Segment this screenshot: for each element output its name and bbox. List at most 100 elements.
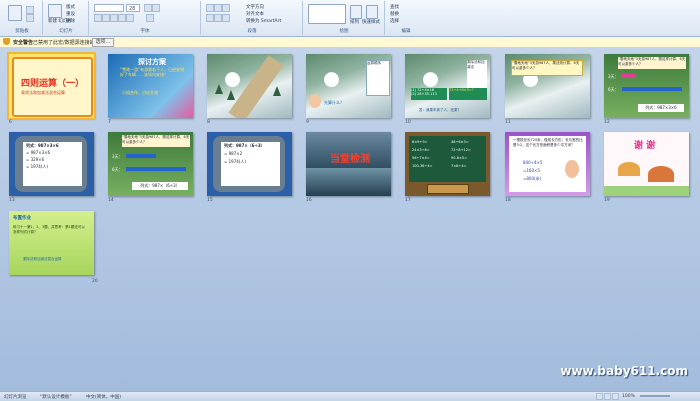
indent-icon[interactable] [222, 4, 230, 12]
tree-icon [227, 90, 235, 100]
row-label: 3天： [112, 154, 123, 159]
security-options-button[interactable]: 选项... [92, 38, 114, 47]
row-label: 6天： [608, 87, 619, 92]
layout-button[interactable]: 版式 [66, 4, 75, 10]
equation: 72÷4+6×5=? [449, 88, 487, 100]
slide-subtitle: 乘除法和加减法混合运算 [21, 90, 65, 95]
slide-number: 6 [9, 120, 12, 125]
italic-icon[interactable] [102, 14, 110, 22]
font-size-box[interactable]: 28 [126, 4, 140, 12]
align-center-icon[interactable] [214, 14, 222, 22]
group-label-font: 字体 [140, 29, 150, 34]
paste-icon[interactable] [8, 5, 22, 21]
slide-thumbnail[interactable]: 布置作业 练习十一第1、2、3题，并思考：第1题还可以怎样列式计算？ 乘除法和加… [9, 211, 94, 275]
replace-button[interactable]: 替换 [390, 11, 399, 17]
slide-sorter-icon[interactable] [604, 393, 611, 400]
step: =160×5 [523, 168, 540, 173]
equation: (2) 28+35-113 [411, 92, 437, 96]
step: = 987×2 [224, 151, 243, 156]
slide-thumbnail[interactable]: “雪地天地”3天游987人，照这样计算，6天可以游多少人？ 3天： 6天： 列式… [108, 132, 193, 196]
bold-icon[interactable] [94, 14, 102, 22]
align-text-button[interactable]: 对齐文本 [246, 11, 264, 17]
slide-heading: 布置作业 [13, 216, 31, 221]
slides-group: 新建 幻灯片 版式 重设 删除 幻灯片 [44, 1, 89, 35]
underline-icon[interactable] [110, 14, 118, 22]
new-slide-icon[interactable] [48, 4, 62, 18]
group-label-slides: 幻灯片 [59, 29, 73, 34]
cut-icon[interactable] [26, 6, 34, 14]
normal-view-icon[interactable] [596, 393, 603, 400]
arrange-button[interactable]: 排列 [350, 19, 359, 25]
slide-number: 20 [92, 279, 98, 284]
text-direction-button[interactable]: 文字方向 [246, 4, 264, 10]
theme-indicator: “默认设计模板” [40, 395, 72, 400]
bar-segment [126, 154, 156, 158]
slide-thumbnail[interactable]: 当堂检测 [306, 132, 391, 196]
equation-box-left: (1) 72÷4×18 (2) 28+35-113 [411, 88, 447, 100]
slide-thumbnail[interactable] [207, 54, 292, 118]
slide-title: 探讨方案 [138, 58, 166, 66]
shadow-icon[interactable] [126, 14, 134, 22]
slide-thumbnail[interactable]: 6×9+9= 24×3÷6= 56÷7×4= 100-36÷4= 48÷6×3=… [405, 132, 490, 196]
arrange-icon[interactable] [350, 5, 362, 19]
problem: 56÷7×4= [412, 156, 430, 160]
smartart-button[interactable]: 转换为 SmartArt [246, 18, 281, 24]
group-label-editing: 编辑 [401, 29, 411, 34]
quick-styles-button[interactable]: 快速样式 [362, 19, 380, 25]
slide-thumbnail[interactable]: 一根铁丝长720米，做成长方形，长与宽的比是3:2，这个长方形面积是多少平方米？… [505, 132, 590, 196]
align-left-icon[interactable] [206, 14, 214, 22]
problem: 100-36÷4= [412, 164, 433, 168]
slide-formula: 列式：987×（6÷3） [224, 143, 265, 148]
slide-thumbnail[interactable]: 运算顺序 先算什么？ [306, 54, 391, 118]
align-right-icon[interactable] [222, 14, 230, 22]
copy-icon[interactable] [26, 14, 34, 22]
slide-text: 一根铁丝长720米，做成长方形，长与宽的比是3:2，这个长方形面积是多少平方米？ [513, 138, 583, 147]
problem: 7×8÷4= [451, 164, 467, 168]
blackboard: 6×9+9= 24×3÷6= 56÷7×4= 100-36÷4= 48÷6×3=… [409, 136, 486, 182]
slide-thumbnail[interactable]: 乘除法和加减法 (1) 72÷4×18 (2) 28+35-113 72÷4+6… [405, 54, 490, 118]
slide-number: 11 [505, 120, 511, 125]
bullets-icon[interactable] [206, 4, 214, 12]
slide-thumbnail[interactable]: “雪地天地”3天游987人，乘法则计算，6天可以游多少人？ [505, 54, 590, 118]
slide-text: 练习十一第1、2、3题，并思考：第1题还可以怎样列式计算？ [13, 225, 85, 234]
slide-heading: “雪地天地”3天游987人，照这样计算，6天可以游多少人？ [122, 135, 190, 147]
bar-segment [622, 87, 682, 91]
numbering-icon[interactable] [214, 4, 222, 12]
slide-thumbnail[interactable]: 列式：987×3×6 = 987×3×6 = 329×6 = 1974(人) [9, 132, 94, 196]
slide-thumbnail[interactable]: 四则运算（一） 乘除法和加减法混合运算 [7, 52, 96, 120]
zoom-level: 100% [622, 394, 635, 399]
slideshow-icon[interactable] [612, 393, 619, 400]
step: = 329×6 [26, 157, 45, 162]
device-screen: 列式：987×（6÷3） = 987×2 = 1974(人) [221, 142, 280, 186]
site-watermark: www.baby611.com [560, 364, 688, 378]
quick-styles-icon[interactable] [366, 5, 378, 19]
font-color-icon[interactable] [146, 14, 154, 22]
security-warning-bar: 安全警告 已禁用了此宏/数据源连接的部分内容 选项... [0, 37, 700, 48]
step: 840÷4×5 [523, 160, 543, 165]
slide-text: “雪地天地”3天游987人，乘法则计算，6天可以游多少人？ [511, 60, 583, 76]
font-name-box[interactable] [94, 4, 124, 12]
clipboard-group: 剪贴板 [2, 1, 43, 35]
slide-thumbnail[interactable]: 探讨方案 “雪地一游”有游客若干人，已经安排好了车辆……该如何安排？ 小组合作，… [108, 54, 193, 118]
shapes-gallery-icon[interactable] [308, 4, 346, 24]
grow-font-icon[interactable] [144, 4, 152, 12]
strikethrough-icon[interactable] [118, 14, 126, 22]
slide-title: 当堂检测 [330, 154, 370, 165]
delete-button[interactable]: 删除 [66, 18, 75, 24]
slide-thumbnail[interactable]: 谢 谢 [604, 132, 689, 196]
paragraph-group: 文字方向 对齐文本 转换为 SmartArt 段落 [202, 1, 303, 35]
font-group: 28 字体 [90, 1, 201, 35]
slide-thumbnail[interactable]: “雪地天地”3天游987人，照这样计算，6天可以游多少人？ 3天： 6天： 列式… [604, 54, 689, 118]
find-button[interactable]: 查找 [390, 4, 399, 10]
shrink-font-icon[interactable] [152, 4, 160, 12]
slide-thumbnail[interactable]: 列式：987×（6÷3） = 987×2 = 1974(人) [207, 132, 292, 196]
slide-footer: 乘除法和加减法混合运算 [23, 257, 62, 261]
group-label-drawing: 绘图 [339, 29, 349, 34]
zoom-slider[interactable] [640, 395, 670, 397]
child-avatar [309, 94, 321, 108]
view-indicator: 幻灯片浏览 [4, 395, 27, 400]
reset-button[interactable]: 重设 [66, 11, 75, 17]
slide-number: 8 [207, 120, 210, 125]
select-button[interactable]: 选择 [390, 18, 399, 24]
step: = 1974(人) [26, 164, 48, 169]
